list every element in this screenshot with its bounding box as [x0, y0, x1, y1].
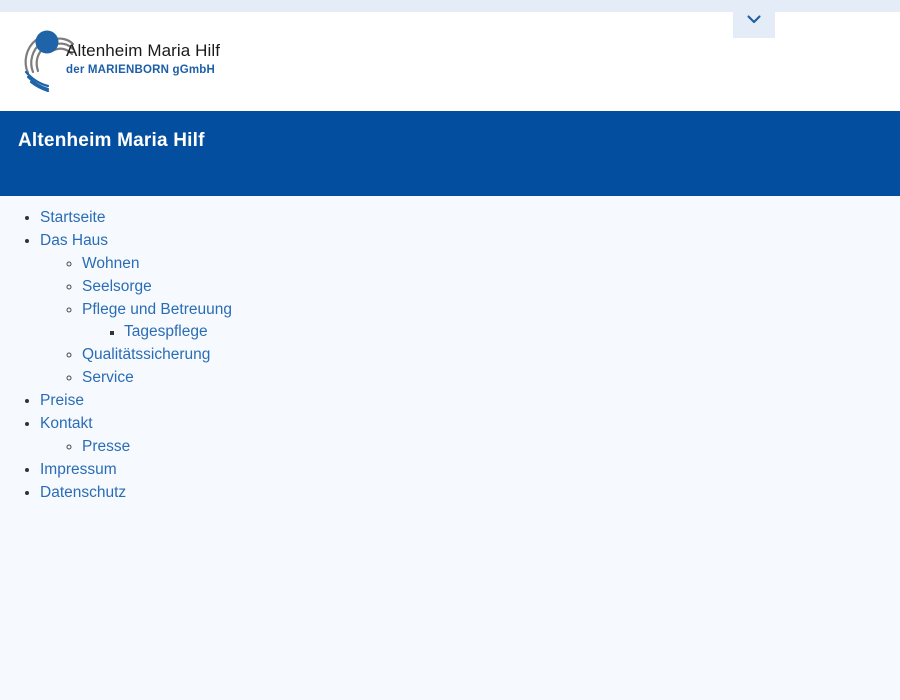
nav-link-presse[interactable]: Presse	[82, 438, 130, 455]
nav-link-kontakt[interactable]: Kontakt	[40, 415, 93, 432]
nav-link-pflege-und-betreuung[interactable]: Pflege und Betreuung	[82, 301, 232, 318]
nav-list-level-1: Startseite Das Haus Wohnen Seelsorge Pfl…	[40, 206, 900, 504]
nav-item-pflege-und-betreuung[interactable]: Pflege und Betreuung Tagespflege	[82, 298, 900, 343]
nav-link-preise[interactable]: Preise	[40, 392, 84, 409]
nav-item-tagespflege[interactable]: Tagespflege	[124, 321, 900, 343]
page-title: Altenheim Maria Hilf	[18, 130, 205, 152]
nav-link-datenschutz[interactable]: Datenschutz	[40, 484, 126, 501]
nav-item-das-haus[interactable]: Das Haus Wohnen Seelsorge Pflege und Bet…	[40, 229, 900, 389]
nav-item-startseite[interactable]: Startseite	[40, 206, 900, 229]
page-banner: Altenheim Maria Hilf	[0, 111, 900, 196]
nav-link-qualitaetssicherung[interactable]: Qualitätssicherung	[82, 346, 210, 363]
nav-item-service[interactable]: Service	[82, 366, 900, 389]
logo-subtitle: der MARIENBORN gGmbH	[66, 64, 220, 77]
nav-item-qualitaetssicherung[interactable]: Qualitätssicherung	[82, 343, 900, 366]
nav-link-seelsorge[interactable]: Seelsorge	[82, 278, 152, 295]
nav-link-wohnen[interactable]: Wohnen	[82, 255, 139, 272]
nav-link-das-haus[interactable]: Das Haus	[40, 232, 108, 249]
nav-link-tagespflege[interactable]: Tagespflege	[124, 323, 208, 340]
nav-list-level-2-kontakt: Presse	[82, 435, 900, 458]
nav-item-wohnen[interactable]: Wohnen	[82, 252, 900, 275]
nav-item-preise[interactable]: Preise	[40, 389, 900, 412]
nav-link-startseite[interactable]: Startseite	[40, 209, 105, 226]
nav-list-level-3-pflege: Tagespflege	[124, 321, 900, 343]
nav-link-service[interactable]: Service	[82, 369, 134, 386]
nav-item-datenschutz[interactable]: Datenschutz	[40, 481, 900, 504]
main-navigation: Startseite Das Haus Wohnen Seelsorge Pfl…	[0, 206, 900, 504]
logo-title: Altenheim Maria Hilf	[66, 42, 220, 61]
header-collapse-toggle-button[interactable]	[733, 0, 775, 38]
chevron-down-icon	[744, 9, 764, 29]
nav-item-kontakt[interactable]: Kontakt Presse	[40, 412, 900, 458]
nav-list-level-2-das-haus: Wohnen Seelsorge Pflege und Betreuung Ta…	[82, 252, 900, 389]
nav-link-impressum[interactable]: Impressum	[40, 461, 117, 478]
nav-item-impressum[interactable]: Impressum	[40, 458, 900, 481]
nav-item-presse[interactable]: Presse	[82, 435, 900, 458]
site-logo[interactable]: Altenheim Maria Hilf der MARIENBORN gGmb…	[18, 26, 278, 98]
nav-item-seelsorge[interactable]: Seelsorge	[82, 275, 900, 298]
